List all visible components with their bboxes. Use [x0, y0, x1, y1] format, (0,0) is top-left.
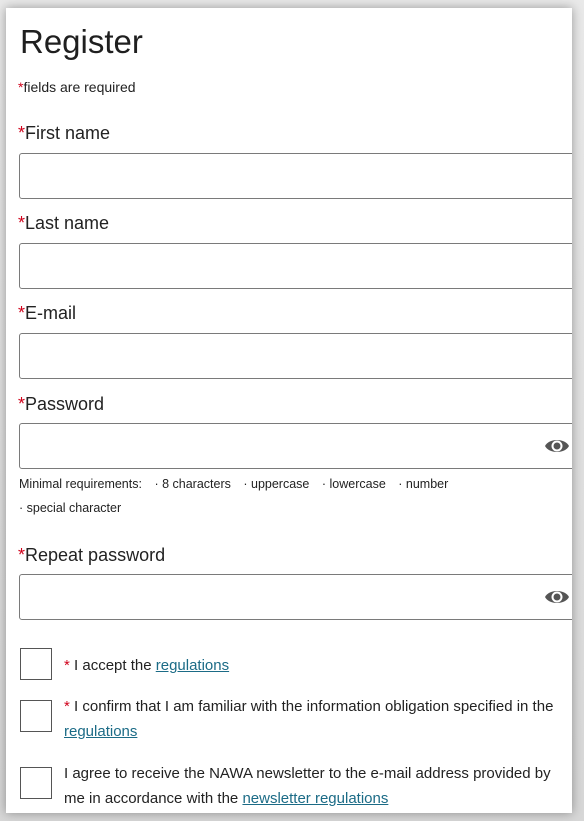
email-field[interactable]	[19, 333, 572, 379]
regulations-link[interactable]: regulations	[64, 723, 137, 740]
accept-regulations-checkbox[interactable]	[20, 648, 52, 680]
page-background: Register *fields are required *First nam…	[0, 0, 584, 821]
requirement-number: · number	[398, 477, 449, 491]
requirement-uppercase: · uppercase	[243, 477, 310, 491]
information-obligation-checkbox[interactable]	[20, 700, 52, 732]
password-requirements: Minimal requirements: · 8 characters · u…	[19, 476, 457, 492]
last-name-label: *Last name	[18, 212, 109, 234]
password-label-text: Password	[25, 394, 105, 414]
newsletter-label: I agree to receive the NAWA newsletter t…	[64, 761, 564, 811]
information-obligation-text: I confirm that I am familiar with the in…	[74, 698, 554, 715]
password-requirements-line2: · special character	[19, 500, 130, 516]
page-title: Register	[20, 23, 143, 60]
required-star: *	[18, 213, 26, 233]
repeat-password-label-text: Repeat password	[25, 545, 166, 565]
required-star: *	[18, 303, 26, 323]
requirements-intro: Minimal requirements:	[19, 477, 142, 491]
newsletter-regulations-link[interactable]: newsletter regulations	[242, 790, 388, 807]
last-name-field[interactable]	[19, 243, 572, 289]
required-note-text: fields are required	[23, 79, 136, 95]
requirement-lowercase: · lowercase	[321, 477, 386, 491]
email-label-text: E-mail	[25, 303, 77, 323]
first-name-label-text: First name	[25, 123, 111, 143]
regulations-link[interactable]: regulations	[156, 657, 229, 674]
required-note: *fields are required	[18, 78, 136, 96]
password-label: *Password	[18, 393, 104, 415]
required-star: *	[64, 698, 70, 715]
register-card: Register *fields are required *First nam…	[6, 8, 572, 813]
accept-regulations-label: * I accept the regulations	[64, 653, 564, 678]
accept-regulations-text: I accept the	[74, 657, 156, 674]
required-star: *	[18, 545, 26, 565]
repeat-password-label: *Repeat password	[18, 544, 165, 566]
last-name-label-text: Last name	[25, 213, 110, 233]
password-field[interactable]	[19, 423, 572, 469]
information-obligation-label: * I confirm that I am familiar with the …	[64, 694, 564, 744]
requirement-special: · special character	[19, 501, 122, 515]
first-name-label: *First name	[18, 122, 110, 144]
requirement-length: · 8 characters	[154, 477, 231, 491]
required-star: *	[18, 123, 26, 143]
required-star: *	[64, 657, 70, 674]
required-star: *	[18, 394, 26, 414]
eye-icon[interactable]	[544, 435, 570, 457]
email-label: *E-mail	[18, 302, 76, 324]
repeat-password-field[interactable]	[19, 574, 572, 620]
newsletter-checkbox[interactable]	[20, 767, 52, 799]
first-name-field[interactable]	[19, 153, 572, 199]
eye-icon[interactable]	[544, 586, 570, 608]
